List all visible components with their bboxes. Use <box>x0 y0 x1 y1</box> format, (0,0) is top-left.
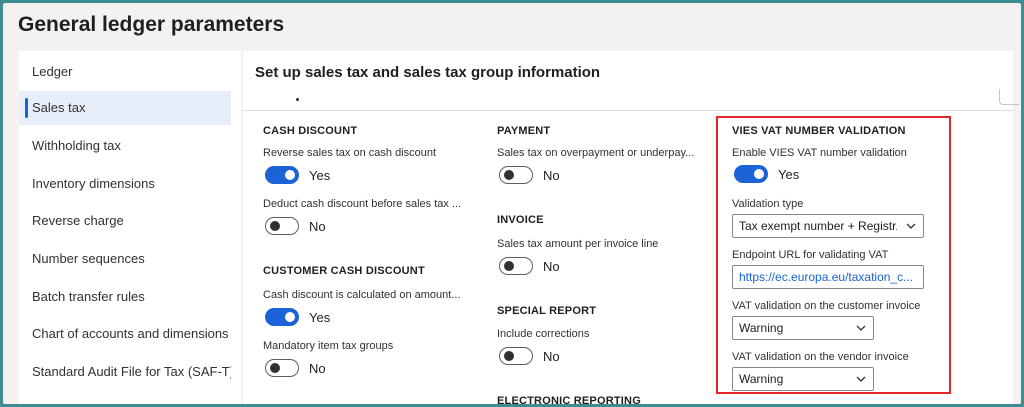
toggle-track <box>499 347 533 365</box>
select-value: Tax exempt number + Registr... <box>739 219 897 233</box>
vendor-invoice-validation-select[interactable]: Warning <box>732 367 874 391</box>
toggle-track <box>265 359 299 377</box>
overpayment-toggle[interactable]: No <box>499 165 560 185</box>
sidebar-item-label: Number sequences <box>32 251 145 266</box>
chevron-down-icon <box>856 376 866 382</box>
sidebar-item-reverse-charge[interactable]: Reverse charge <box>19 204 231 238</box>
deduct-cash-discount-toggle[interactable]: No <box>265 216 326 236</box>
vendor-invoice-validation-label: VAT validation on the vendor invoice <box>732 351 909 363</box>
header-dot <box>296 98 299 101</box>
vies-heading: VIES VAT NUMBER VALIDATION <box>732 125 906 137</box>
include-corrections-label: Include corrections <box>497 328 590 340</box>
reverse-sales-tax-toggle[interactable]: Yes <box>265 165 330 185</box>
main-panel: Set up sales tax and sales tax group inf… <box>243 51 1019 404</box>
sidebar-item-label: Batch transfer rules <box>32 289 145 304</box>
customer-invoice-validation-label: VAT validation on the customer invoice <box>732 300 921 312</box>
select-value: Warning <box>739 321 784 335</box>
section-title: Set up sales tax and sales tax group inf… <box>255 64 601 81</box>
special-report-heading: SPECIAL REPORT <box>497 305 597 317</box>
reverse-sales-tax-label: Reverse sales tax on cash discount <box>263 147 437 159</box>
mandatory-item-tax-groups-label: Mandatory item tax groups <box>263 340 394 352</box>
toggle-value: No <box>543 258 560 274</box>
cash-discount-calculated-toggle[interactable]: Yes <box>265 307 330 327</box>
cash-discount-heading: CASH DISCOUNT <box>263 125 358 137</box>
sidebar-item-batch-transfer-rules[interactable]: Batch transfer rules <box>19 280 231 314</box>
toggle-value: Yes <box>309 167 331 183</box>
sidebar-item-label: Reverse charge <box>32 213 124 228</box>
sidebar-item-chart-of-accounts[interactable]: Chart of accounts and dimensions <box>19 317 231 351</box>
chevron-down-icon <box>906 223 916 229</box>
endpoint-url-input[interactable]: https://ec.europa.eu/taxation_c... <box>732 265 924 289</box>
page-title: General ledger parameters <box>18 13 285 36</box>
sidebar: Ledger Sales tax Withholding tax Invento… <box>19 51 254 404</box>
validation-type-select[interactable]: Tax exempt number + Registr... <box>732 214 924 238</box>
sidebar-item-label: Inventory dimensions <box>32 176 155 191</box>
overpayment-label: Sales tax on overpayment or underpay... <box>497 147 695 159</box>
sidebar-item-sales-tax[interactable]: Sales tax <box>19 91 231 125</box>
toggle-track <box>265 308 299 326</box>
toggle-track <box>265 217 299 235</box>
sidebar-item-label: Standard Audit File for Tax (SAF-T) <box>32 364 231 379</box>
app-window: General ledger parameters Ledger Sales t… <box>3 3 1021 404</box>
include-corrections-toggle[interactable]: No <box>499 346 560 366</box>
sidebar-item-withholding-tax[interactable]: Withholding tax <box>19 129 231 163</box>
endpoint-url-label: Endpoint URL for validating VAT <box>732 249 889 261</box>
toggle-value: No <box>543 167 560 183</box>
sidebar-item-label: Withholding tax <box>32 138 121 153</box>
sidebar-item-ledger[interactable]: Ledger <box>19 55 231 89</box>
header-corner <box>999 89 1019 105</box>
enable-vies-label: Enable VIES VAT number validation <box>732 147 907 159</box>
sidebar-item-label: Ledger <box>32 64 73 79</box>
validation-type-label: Validation type <box>732 198 804 210</box>
toggle-value: Yes <box>309 309 331 325</box>
per-invoice-line-label: Sales tax amount per invoice line <box>497 238 659 250</box>
customer-cash-discount-heading: CUSTOMER CASH DISCOUNT <box>263 265 425 277</box>
toggle-value: Yes <box>778 166 800 182</box>
select-value: Warning <box>739 372 784 386</box>
invoice-heading: INVOICE <box>497 214 544 226</box>
payment-heading: PAYMENT <box>497 125 551 137</box>
toggle-track <box>499 257 533 275</box>
electronic-reporting-heading: ELECTRONIC REPORTING <box>497 395 641 404</box>
toggle-track <box>499 166 533 184</box>
sidebar-item-number-sequences[interactable]: Number sequences <box>19 242 231 276</box>
sidebar-item-saf-t[interactable]: Standard Audit File for Tax (SAF-T) <box>19 355 231 389</box>
sidebar-item-label: Chart of accounts and dimensions <box>32 326 229 341</box>
customer-invoice-validation-select[interactable]: Warning <box>732 316 874 340</box>
per-invoice-line-toggle[interactable]: No <box>499 256 560 276</box>
toggle-value: No <box>309 360 326 376</box>
toggle-value: No <box>543 348 560 364</box>
toggle-value: No <box>309 218 326 234</box>
deduct-cash-discount-label: Deduct cash discount before sales tax ..… <box>263 198 462 210</box>
sidebar-item-inventory-dimensions[interactable]: Inventory dimensions <box>19 167 231 201</box>
toggle-track <box>734 165 768 183</box>
sidebar-item-label: Sales tax <box>32 100 86 115</box>
chevron-down-icon <box>856 325 866 331</box>
parameters-content: CASH DISCOUNT Reverse sales tax on cash … <box>243 111 1013 404</box>
cash-discount-calculated-label: Cash discount is calculated on amount... <box>263 289 461 301</box>
mandatory-item-tax-groups-toggle[interactable]: No <box>265 358 326 378</box>
toggle-track <box>265 166 299 184</box>
enable-vies-toggle[interactable]: Yes <box>734 164 799 184</box>
